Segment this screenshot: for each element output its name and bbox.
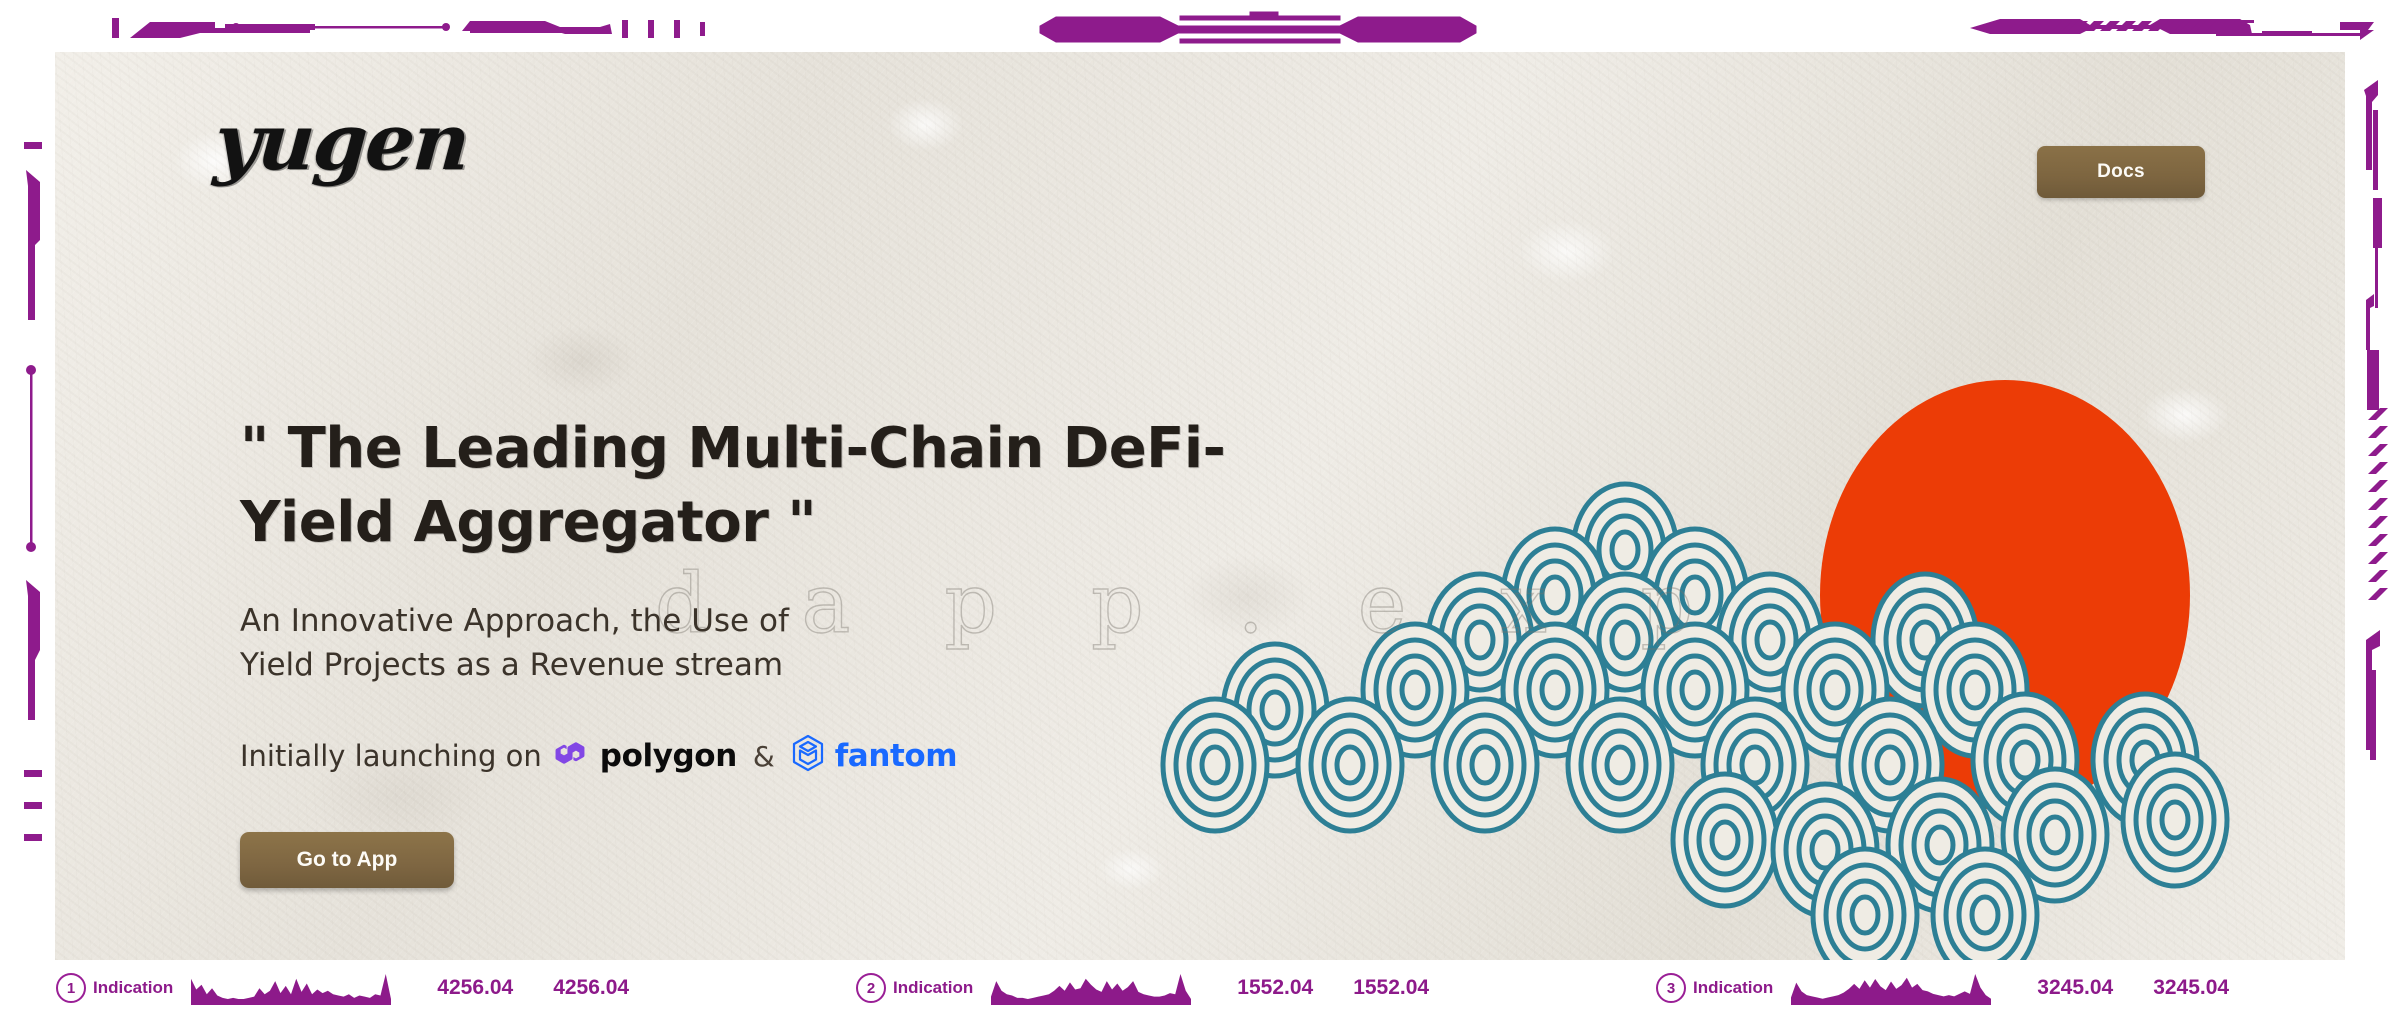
ticker-bar: 1 Indication 4256.04 4256.04 2 Indication 1552… (0, 960, 2400, 1016)
ticker-item[interactable]: 2 Indication 1552.04 1552.04 (800, 960, 1600, 1016)
ticker-label: Indication (93, 978, 174, 997)
hero-section: d a p p . e x p yugen Docs " The Leading… (55, 52, 2345, 960)
ticker-sparkline (1791, 974, 1992, 1005)
decorative-left-strip (24, 142, 42, 841)
ticker-sparkline (191, 974, 392, 1005)
logo-wordmark: yugen (211, 97, 472, 188)
ticker-index-badge: 2 (856, 973, 886, 1003)
ampersand-label: & (752, 739, 775, 773)
ticker-label: Indication (1693, 978, 1774, 997)
hero-subtitle: An Innovative Approach, the Use of Yield… (240, 602, 789, 683)
ticker-value-primary: 1552.04 (1237, 976, 1314, 999)
ticker-index-badge: 1 (56, 973, 86, 1003)
ticker-index-badge: 3 (1656, 973, 1686, 1003)
ticker-sparkline (991, 974, 1192, 1005)
ticker-item[interactable]: 3 Indication 3245.04 3245.04 (1600, 960, 2400, 1016)
page-title: " The Leading Multi-Chain DeFi-Yield Agg… (240, 416, 1226, 556)
ticker-value-secondary: 1552.04 (1353, 976, 1430, 999)
ticker-item[interactable]: 1 Indication 4256.04 4256.04 (0, 960, 800, 1016)
ticker-label: Indication (893, 978, 974, 997)
fantom-label: fantom (834, 738, 958, 775)
ticker-value-primary: 4256.04 (437, 976, 514, 999)
ticker-value-primary: 3245.04 (2037, 976, 2114, 999)
ticker-value-secondary: 3245.04 (2153, 976, 2230, 999)
logo[interactable]: yugen (211, 97, 472, 188)
decorative-top-strip (112, 11, 2374, 44)
polygon-label: polygon (599, 738, 737, 775)
polygon-icon (552, 736, 590, 777)
page-root: d a p p . e x p yugen Docs " The Leading… (0, 0, 2400, 1016)
go-to-app-button[interactable]: Go to App (240, 831, 454, 888)
supported-chains-row: Initially launching on polygon & fantom (240, 733, 1320, 780)
hero-copy: " The Leading Multi-Chain DeFi-Yield Agg… (240, 412, 1320, 888)
launching-prefix-label: Initially launching on (240, 739, 542, 774)
ticker-value-secondary: 4256.04 (553, 976, 630, 999)
decorative-right-strip (2364, 80, 2388, 760)
docs-button[interactable]: Docs (2037, 146, 2205, 198)
fantom-icon (791, 733, 825, 780)
